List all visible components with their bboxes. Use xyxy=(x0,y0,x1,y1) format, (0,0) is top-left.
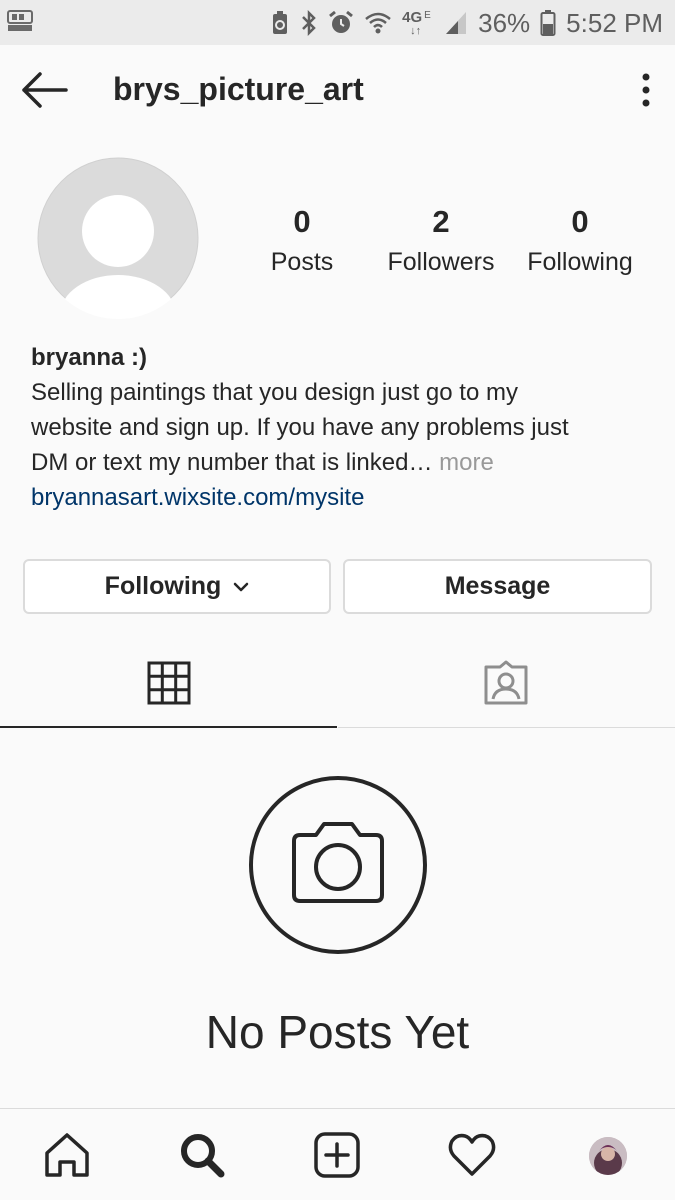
message-button-label: Message xyxy=(444,572,551,600)
alarm-icon xyxy=(329,10,354,33)
wifi-icon xyxy=(365,12,391,34)
tab-tagged[interactable] xyxy=(338,640,675,728)
home-icon xyxy=(45,1133,89,1177)
profile-avatar-icon xyxy=(589,1137,627,1175)
profile-avatar[interactable] xyxy=(37,157,199,319)
profile-bio: bryanna :) Selling paintings that you de… xyxy=(31,340,651,515)
stat-posts: 0 Posts xyxy=(252,200,352,280)
display-name: bryanna :) xyxy=(31,344,148,371)
add-icon xyxy=(314,1132,360,1178)
camera-icon xyxy=(248,775,428,955)
nav-search[interactable] xyxy=(178,1131,226,1179)
posts-label: Posts xyxy=(270,248,334,276)
stat-following[interactable]: 0 Following xyxy=(518,200,642,280)
following-count: 0 xyxy=(571,204,589,239)
more-vertical-icon xyxy=(642,73,650,107)
heart-icon xyxy=(448,1133,496,1176)
following-label: Following xyxy=(527,248,633,276)
status-bar: 4G E ↓↑ 36% 5:52 PM xyxy=(0,0,675,45)
recycle-icon xyxy=(273,11,288,34)
nav-profile-avatar[interactable] xyxy=(589,1137,627,1175)
blast-app-icon xyxy=(6,9,36,35)
bio-more-link[interactable]: more xyxy=(432,449,494,476)
bio-line-2: website and sign up. If you have any pro… xyxy=(31,414,569,441)
signal-icon xyxy=(446,12,467,34)
more-options-button[interactable] xyxy=(639,71,653,109)
following-button[interactable]: Following xyxy=(23,559,331,614)
nav-home[interactable] xyxy=(43,1131,91,1179)
back-button[interactable] xyxy=(18,70,70,110)
bio-line-1: Selling paintings that you design just g… xyxy=(31,379,518,406)
battery-percent: 36% xyxy=(478,7,531,38)
bio-line-3-text: DM or text my number that is linked… xyxy=(31,449,433,476)
nav-activity[interactable] xyxy=(448,1131,496,1179)
battery-icon xyxy=(540,10,556,36)
bottom-nav xyxy=(0,1108,675,1200)
website-link[interactable]: bryannasart.wixsite.com/mysite xyxy=(31,480,651,515)
page-title: brys_picture_art xyxy=(113,71,364,107)
bluetooth-icon xyxy=(302,9,316,37)
status-time: 5:52 PM xyxy=(566,7,663,38)
grid-icon xyxy=(147,661,191,705)
search-icon xyxy=(181,1134,225,1178)
network-indicator: 4G E ↓↑ xyxy=(402,9,431,37)
chevron-down-icon xyxy=(234,582,249,591)
tagged-icon xyxy=(484,660,528,705)
posts-count: 0 xyxy=(293,204,311,239)
bio-line-3: DM or text my number that is linked… mor… xyxy=(31,445,651,480)
profile-header: brys_picture_art xyxy=(0,45,675,140)
empty-state-text: No Posts Yet xyxy=(205,1006,470,1058)
stat-followers[interactable]: 2 Followers xyxy=(378,200,504,280)
followers-label: Followers xyxy=(387,248,495,276)
profile-tabs xyxy=(0,640,675,728)
nav-add[interactable] xyxy=(313,1131,361,1179)
followers-count: 2 xyxy=(432,204,450,239)
tab-grid[interactable] xyxy=(0,640,337,728)
back-arrow-icon xyxy=(22,72,68,108)
message-button[interactable]: Message xyxy=(343,559,652,614)
following-button-label: Following xyxy=(104,572,222,600)
default-avatar-icon xyxy=(37,157,199,319)
